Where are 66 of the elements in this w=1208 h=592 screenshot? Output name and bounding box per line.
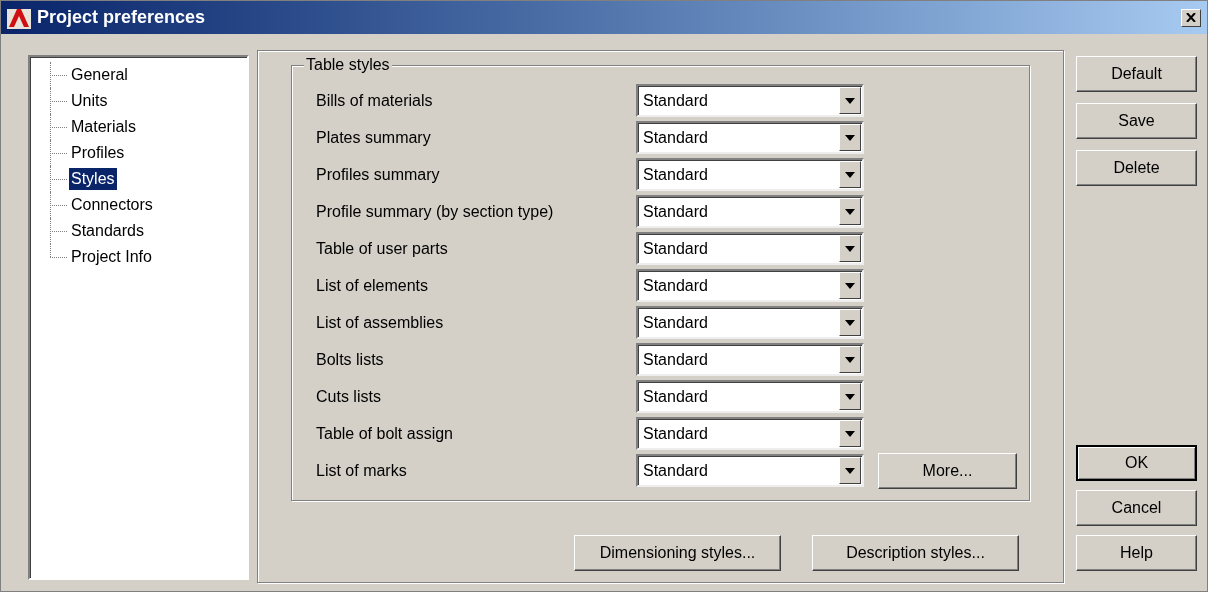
combo-box[interactable]: Standard	[636, 195, 864, 228]
dropdown-button[interactable]	[839, 198, 861, 225]
dropdown-button[interactable]	[839, 124, 861, 151]
caret-icon	[845, 134, 855, 141]
action-button[interactable]: Delete	[1076, 150, 1197, 186]
style-label: Profile summary (by section type)	[316, 201, 555, 222]
tree-item[interactable]: Units	[69, 90, 110, 112]
dialog-button[interactable]: Help	[1076, 535, 1197, 571]
caret-icon	[845, 319, 855, 326]
tree-item[interactable]: Styles	[69, 168, 117, 190]
combo-box[interactable]: Standard	[636, 306, 864, 339]
style-label: List of elements	[316, 275, 430, 296]
style-label: Plates summary	[316, 127, 432, 148]
caret-icon	[845, 208, 855, 215]
tree-item[interactable]: Materials	[69, 116, 138, 138]
combo-box[interactable]: Standard	[636, 269, 864, 302]
style-label: List of marks	[316, 460, 408, 481]
group-title: Table styles	[304, 55, 392, 75]
dropdown-button[interactable]	[839, 309, 861, 336]
window-title: Project preferences	[37, 6, 207, 29]
dropdown-button[interactable]	[839, 87, 861, 114]
more-button[interactable]: More...	[878, 452, 1017, 489]
tree-item[interactable]: Connectors	[69, 194, 155, 216]
style-label: Table of bolt assign	[316, 423, 454, 444]
caret-icon	[845, 97, 855, 104]
style-label: Table of user parts	[316, 238, 449, 259]
caret-icon	[845, 430, 855, 437]
close-icon	[1186, 13, 1196, 22]
tree-item[interactable]: Project Info	[69, 246, 154, 268]
combo-box[interactable]: Standard	[636, 232, 864, 265]
style-label: Cuts lists	[316, 386, 382, 407]
styles-button[interactable]: Description styles...	[812, 535, 1019, 571]
dropdown-button[interactable]	[839, 457, 861, 484]
combo-box[interactable]: Standard	[636, 158, 864, 191]
combo-box[interactable]: Standard	[636, 84, 864, 117]
combo-box[interactable]: Standard	[636, 454, 864, 487]
dropdown-button[interactable]	[839, 383, 861, 410]
combo-box[interactable]: Standard	[636, 380, 864, 413]
dropdown-button[interactable]	[839, 272, 861, 299]
combo-box[interactable]: Standard	[636, 417, 864, 450]
caret-icon	[845, 467, 855, 474]
app-logo-icon	[7, 6, 31, 29]
dropdown-button[interactable]	[839, 161, 861, 188]
style-label: List of assemblies	[316, 312, 445, 333]
dropdown-button[interactable]	[839, 420, 861, 447]
styles-button[interactable]: Dimensioning styles...	[574, 535, 781, 571]
caret-icon	[845, 282, 855, 289]
caret-icon	[845, 245, 855, 252]
dialog-button[interactable]: Cancel	[1076, 490, 1197, 526]
combo-box[interactable]: Standard	[636, 343, 864, 376]
action-button[interactable]: Default	[1076, 56, 1197, 92]
style-label: Profiles summary	[316, 164, 441, 185]
caret-icon	[845, 171, 855, 178]
tree-item[interactable]: General	[69, 64, 130, 86]
dropdown-button[interactable]	[839, 346, 861, 373]
caret-icon	[845, 356, 855, 363]
caret-icon	[845, 393, 855, 400]
dialog-button[interactable]: OK	[1076, 445, 1197, 481]
close-button[interactable]	[1181, 8, 1201, 27]
tree-item[interactable]: Standards	[69, 220, 146, 242]
action-button[interactable]: Save	[1076, 103, 1197, 139]
style-label: Bolts lists	[316, 349, 385, 370]
dropdown-button[interactable]	[839, 235, 861, 262]
style-label: Bills of materials	[316, 90, 434, 111]
combo-box[interactable]: Standard	[636, 121, 864, 154]
tree-item[interactable]: Profiles	[69, 142, 127, 164]
